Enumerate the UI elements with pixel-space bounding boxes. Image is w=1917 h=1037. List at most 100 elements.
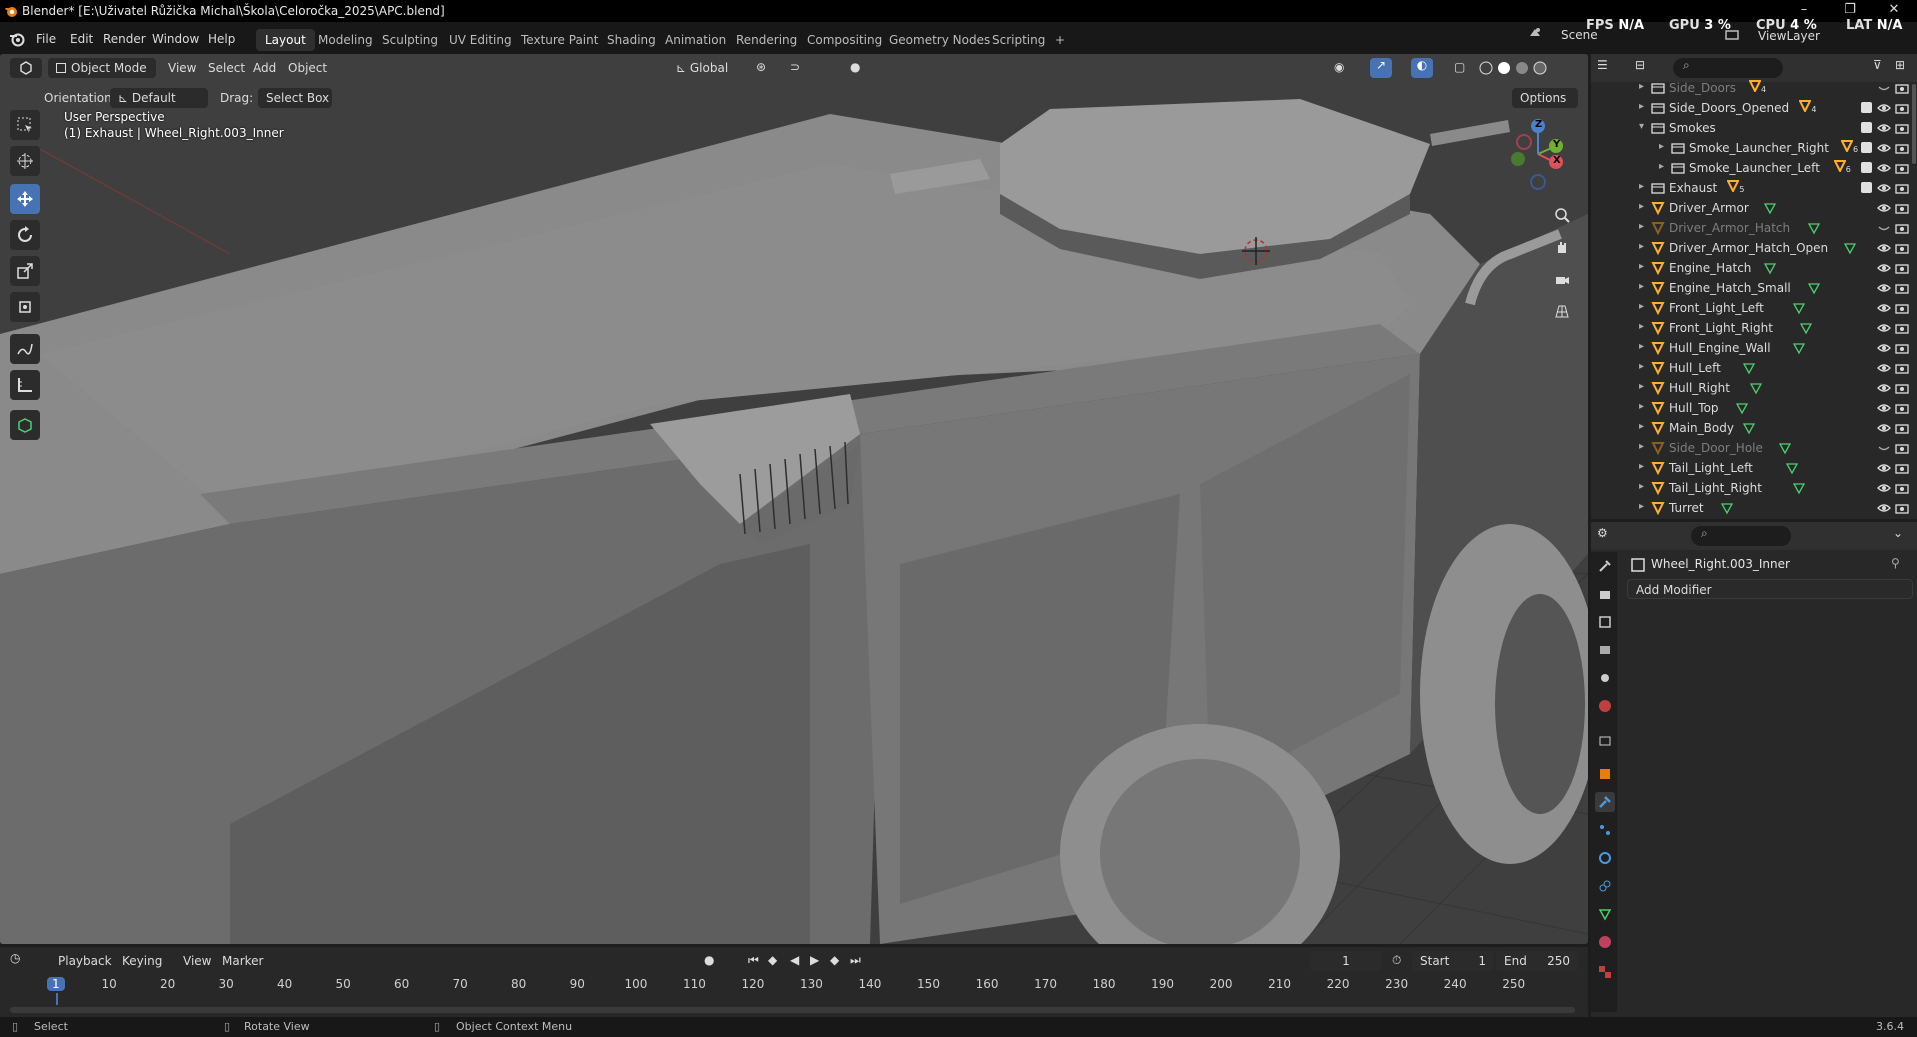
tab-compositing[interactable]: Compositing — [798, 29, 891, 51]
mesh-data-icon[interactable] — [1807, 281, 1821, 295]
expand-arrow-icon[interactable]: ▾ — [1639, 121, 1644, 132]
expand-arrow-icon[interactable]: ▸ — [1639, 361, 1644, 372]
expand-arrow-icon[interactable]: ▸ — [1639, 421, 1644, 432]
expand-arrow-icon[interactable]: ▸ — [1639, 401, 1644, 412]
measure-tool[interactable] — [10, 370, 40, 400]
editor-type-button[interactable] — [10, 58, 42, 78]
mesh-data-icon[interactable] — [1785, 461, 1799, 475]
exclude-checkbox[interactable] — [1861, 82, 1872, 93]
mesh-data-icon[interactable] — [1843, 241, 1857, 255]
solid-shading-icon[interactable] — [1496, 60, 1514, 78]
eye-icon[interactable] — [1877, 121, 1891, 135]
pivot-point-icon[interactable]: ⊛ — [756, 60, 778, 78]
cursor-tool[interactable] — [10, 146, 40, 176]
render-camera-icon[interactable] — [1895, 361, 1909, 375]
expand-arrow-icon[interactable]: ▸ — [1639, 101, 1644, 112]
eye-icon[interactable] — [1877, 361, 1891, 375]
outliner-item[interactable]: ▸ Driver_Armor — [1591, 198, 1917, 218]
mesh-data-icon[interactable] — [1742, 421, 1756, 435]
material-tab-icon[interactable] — [1595, 932, 1615, 952]
render-camera-icon[interactable] — [1895, 121, 1909, 135]
expand-arrow-icon[interactable]: ▸ — [1639, 321, 1644, 332]
eye-icon[interactable] — [1877, 141, 1891, 155]
object-tab-icon[interactable] — [1595, 764, 1615, 784]
child-count-badge[interactable]: 4 — [1799, 100, 1816, 115]
playhead-line[interactable] — [56, 993, 58, 1005]
expand-arrow-icon[interactable]: ▸ — [1639, 501, 1644, 512]
mesh-data-icon[interactable] — [1792, 341, 1806, 355]
tab-layout[interactable]: Layout — [256, 29, 315, 51]
mesh-data-icon[interactable] — [1720, 501, 1734, 515]
outliner-item[interactable]: ▸ Turret — [1591, 498, 1917, 518]
expand-arrow-icon[interactable]: ▸ — [1639, 301, 1644, 312]
render-camera-icon[interactable] — [1895, 201, 1909, 215]
render-camera-icon[interactable] — [1895, 481, 1909, 495]
snap-icon[interactable]: ⊃ — [790, 60, 812, 78]
mode-selector[interactable]: Object Mode — [48, 58, 156, 78]
3d-viewport[interactable]: Object Mode View Select Add Object ⊾ Glo… — [0, 54, 1588, 944]
move-tool[interactable] — [10, 184, 40, 214]
outliner-item[interactable]: ▸ Driver_Armor_Hatch_Open — [1591, 238, 1917, 258]
particles-tab-icon[interactable] — [1595, 820, 1615, 840]
outliner-item[interactable]: ▸ Hull_Engine_Wall — [1591, 338, 1917, 358]
mesh-data-icon[interactable] — [1742, 361, 1756, 375]
viewport-scene[interactable] — [0, 54, 1588, 944]
render-camera-icon[interactable] — [1895, 301, 1909, 315]
menu-file[interactable]: File — [28, 29, 64, 49]
properties-search-input[interactable]: ⌕ — [1691, 526, 1791, 546]
expand-arrow-icon[interactable]: ▸ — [1639, 281, 1644, 292]
perspective-grid-icon[interactable] — [1549, 298, 1575, 324]
render-camera-icon[interactable] — [1895, 461, 1909, 475]
exclude-checkbox[interactable] — [1861, 122, 1872, 133]
physics-tab-icon[interactable] — [1595, 848, 1615, 868]
tab-rendering[interactable]: Rendering — [727, 29, 806, 51]
render-camera-icon[interactable] — [1895, 141, 1909, 155]
menu-help[interactable]: Help — [200, 29, 243, 49]
render-camera-icon[interactable] — [1895, 421, 1909, 435]
render-camera-icon[interactable] — [1895, 441, 1909, 455]
expand-arrow-icon[interactable]: ▸ — [1639, 241, 1644, 252]
eye-icon[interactable] — [1877, 401, 1891, 415]
menu-add[interactable]: Add — [253, 58, 276, 78]
render-camera-icon[interactable] — [1895, 401, 1909, 415]
render-camera-icon[interactable] — [1895, 221, 1909, 235]
tab-geometry-nodes[interactable]: Geometry Nodes — [880, 29, 999, 51]
outliner-item[interactable]: ▸ Smoke_Launcher_Left 6 — [1591, 158, 1917, 178]
annotate-tool[interactable] — [10, 334, 40, 364]
add-modifier-button[interactable]: Add Modifier — [1627, 579, 1913, 599]
render-camera-icon[interactable] — [1895, 241, 1909, 255]
eye-icon[interactable] — [1877, 181, 1891, 195]
outliner-item[interactable]: ▸ Front_Light_Right — [1591, 318, 1917, 338]
overlay-toggle-icon[interactable]: ◐ — [1411, 58, 1433, 78]
outliner-item[interactable]: ▸ Hull_Right — [1591, 378, 1917, 398]
render-camera-icon[interactable] — [1895, 161, 1909, 175]
filter-icon[interactable]: ⊽ — [1873, 58, 1893, 78]
expand-arrow-icon[interactable]: ▸ — [1639, 261, 1644, 272]
exclude-checkbox[interactable] — [1861, 102, 1872, 113]
add-cube-tool[interactable] — [10, 410, 40, 440]
eye-icon[interactable] — [1877, 281, 1891, 295]
tab-uv-editing[interactable]: UV Editing — [440, 29, 521, 51]
scale-tool[interactable] — [10, 256, 40, 286]
properties-options-icon[interactable]: ⌄ — [1893, 526, 1913, 546]
properties-editor-type-icon[interactable]: ⚙ — [1597, 526, 1627, 546]
gizmo-toggle-icon[interactable]: ↗ — [1370, 58, 1392, 78]
outliner-item[interactable]: ▸ Hull_Left — [1591, 358, 1917, 378]
expand-arrow-icon[interactable]: ▸ — [1639, 341, 1644, 352]
expand-arrow-icon[interactable]: ▸ — [1639, 221, 1644, 232]
hidden-eye-icon[interactable] — [1877, 81, 1891, 95]
tab-sculpting[interactable]: Sculpting — [373, 29, 447, 51]
mesh-data-icon[interactable] — [1792, 301, 1806, 315]
render-camera-icon[interactable] — [1895, 81, 1909, 95]
expand-arrow-icon[interactable]: ▸ — [1639, 181, 1644, 192]
render-camera-icon[interactable] — [1895, 321, 1909, 335]
mesh-data-icon[interactable] — [1778, 441, 1792, 455]
child-count-badge[interactable]: 4 — [1749, 80, 1766, 95]
wireframe-shading-icon[interactable] — [1478, 60, 1496, 78]
eye-icon[interactable] — [1877, 341, 1891, 355]
eye-icon[interactable] — [1877, 261, 1891, 275]
hidden-eye-icon[interactable] — [1877, 221, 1891, 235]
mesh-data-icon[interactable] — [1735, 401, 1749, 415]
menu-window[interactable]: Window — [144, 29, 207, 49]
tab-animation[interactable]: Animation — [656, 29, 735, 51]
